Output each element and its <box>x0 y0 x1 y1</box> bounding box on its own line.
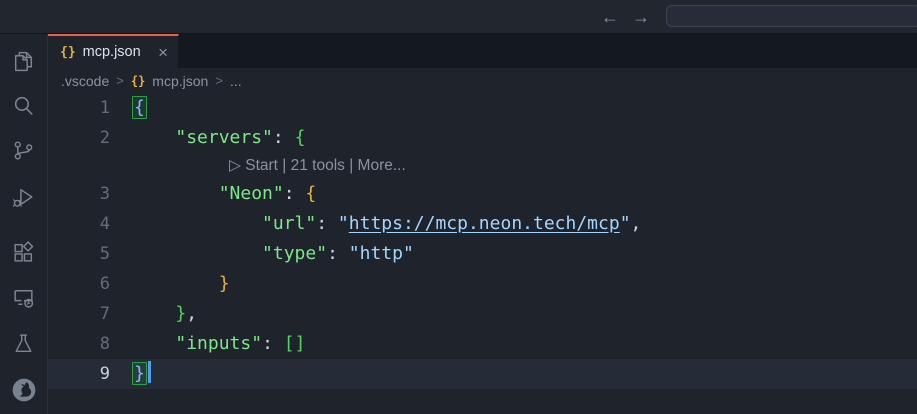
command-center-search[interactable] <box>666 5 917 27</box>
codelens-separator: | <box>345 157 358 174</box>
code-line[interactable]: 6 } <box>48 269 917 299</box>
breadcrumb: .vscode > {} mcp.json >... <box>48 68 917 93</box>
code-token <box>132 213 262 234</box>
code-token: : <box>316 213 338 234</box>
tab-label: mcp.json <box>83 44 141 60</box>
code-area[interactable]: 1{2 "servers": {▷ Start | 21 tools | Mor… <box>48 93 917 414</box>
code-token <box>132 243 262 264</box>
code-token: "type" <box>262 243 327 264</box>
line-number[interactable]: 5 <box>48 239 110 269</box>
breadcrumb-item[interactable]: .vscode <box>61 73 109 89</box>
remote-explorer-icon[interactable] <box>0 279 47 315</box>
line-number[interactable]: 7 <box>48 299 110 329</box>
json-file-icon: {} <box>131 74 145 88</box>
code-token: "Neon" <box>219 183 284 204</box>
codelens-separator: | <box>278 157 291 174</box>
close-tab-icon[interactable]: × <box>158 44 168 61</box>
json-file-icon: {} <box>60 45 76 60</box>
gutter-spacer <box>48 153 110 179</box>
editor-group: {} mcp.json × .vscode>{}mcp.json>... 1{2… <box>48 34 917 414</box>
line-number[interactable]: 9 <box>48 359 110 389</box>
code-token: "url" <box>262 213 316 234</box>
code-token <box>132 273 219 294</box>
code-token: : <box>327 243 349 264</box>
code-line[interactable]: 4 "url": "https://mcp.neon.tech/mcp", <box>48 209 917 239</box>
code-token: { <box>295 127 306 148</box>
code-token: " <box>620 213 631 234</box>
testing-icon[interactable] <box>0 325 47 361</box>
code-line[interactable]: 8 "inputs": [] <box>48 329 917 359</box>
code-token: { <box>305 183 316 204</box>
code-token <box>132 127 175 148</box>
tab-bar: {} mcp.json × <box>48 34 917 68</box>
breadcrumb-item[interactable]: ... <box>230 73 242 89</box>
breadcrumb-separator-icon: > <box>116 73 124 88</box>
code-token: : <box>273 127 295 148</box>
coderabbit-icon[interactable] <box>0 372 47 408</box>
breadcrumb-item[interactable]: mcp.json <box>152 73 208 89</box>
code-line[interactable]: 1{ <box>48 93 917 123</box>
line-number[interactable]: 8 <box>48 329 110 359</box>
code-line[interactable]: 5 "type": "http" <box>48 239 917 269</box>
code-token: } <box>132 362 147 385</box>
codelens-more-link[interactable]: More... <box>358 157 406 174</box>
text-cursor <box>148 361 151 383</box>
url-link[interactable]: https://mcp.neon.tech/mcp <box>349 213 620 234</box>
code-line[interactable]: 7 }, <box>48 299 917 329</box>
line-number[interactable]: 4 <box>48 209 110 239</box>
line-number[interactable]: 3 <box>48 179 110 209</box>
line-number[interactable]: 2 <box>48 123 110 153</box>
history-navigation: ← → <box>601 0 650 33</box>
code-token: } <box>219 273 230 294</box>
line-number[interactable]: 1 <box>48 93 110 123</box>
code-token: "http" <box>349 243 414 264</box>
code-token: "inputs" <box>175 333 262 354</box>
run-debug-icon[interactable] <box>0 179 47 215</box>
search-icon[interactable] <box>0 87 47 123</box>
code-line[interactable]: 9} <box>48 359 917 389</box>
code-token: "servers" <box>175 127 273 148</box>
back-arrow-icon[interactable]: ← <box>601 8 619 26</box>
code-token: : <box>284 183 306 204</box>
forward-arrow-icon[interactable]: → <box>632 8 650 26</box>
code-token: { <box>132 96 147 119</box>
source-control-icon[interactable] <box>0 132 47 168</box>
code-token: } <box>175 303 186 324</box>
codelens-row: ▷ Start | 21 tools | More... <box>48 153 917 179</box>
line-number[interactable]: 6 <box>48 269 110 299</box>
code-token: [] <box>284 333 306 354</box>
code-line[interactable]: 2 "servers": { <box>48 123 917 153</box>
codelens-start-link[interactable]: ▷ Start <box>229 157 278 174</box>
workbench: {} mcp.json × .vscode>{}mcp.json>... 1{2… <box>0 34 917 414</box>
codelens-tools-link[interactable]: 21 tools <box>291 157 345 174</box>
code-token <box>132 333 175 354</box>
files-icon[interactable] <box>0 43 47 79</box>
code-token <box>132 183 219 204</box>
extensions-icon[interactable] <box>0 234 47 270</box>
activity-bar <box>0 34 48 414</box>
breadcrumb-separator-icon: > <box>215 73 223 88</box>
title-bar: ← → <box>0 0 917 34</box>
code-line[interactable]: 3 "Neon": { <box>48 179 917 209</box>
code-token: : <box>262 333 284 354</box>
code-token: , <box>186 303 197 324</box>
code-token: , <box>631 213 642 234</box>
tab-mcp-json[interactable]: {} mcp.json × <box>48 34 179 68</box>
code-token <box>132 303 175 324</box>
code-token: " <box>338 213 349 234</box>
